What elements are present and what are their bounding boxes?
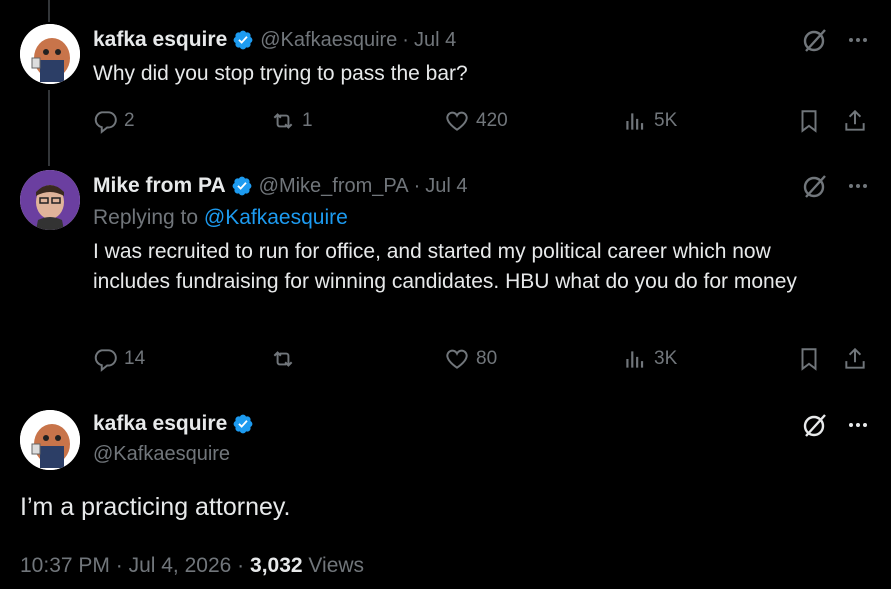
- repost-icon: [273, 351, 293, 367]
- reply-count: 14: [124, 348, 146, 369]
- views-count: 5K: [654, 110, 678, 131]
- more-icon[interactable]: [847, 414, 869, 436]
- main-tweet-handle-row: @Kafkaesquire: [93, 443, 230, 466]
- tweet-top-icons: [801, 26, 869, 54]
- share-button[interactable]: [842, 106, 872, 136]
- more-icon[interactable]: [847, 29, 869, 51]
- share-icon: [845, 347, 865, 369]
- tweet-date[interactable]: Jul 4: [425, 175, 467, 198]
- main-tweet-meta: 10:37 PM · Jul 4, 2026 · 3,032 Views: [20, 554, 364, 578]
- grok-icon[interactable]: [801, 411, 829, 439]
- handle[interactable]: @Kafkaesquire: [93, 443, 230, 466]
- grok-icon[interactable]: [801, 26, 829, 54]
- tweet-top-icons: [801, 172, 869, 200]
- repost-button[interactable]: 1: [270, 106, 313, 136]
- views-icon: [626, 113, 644, 130]
- tweet-header: Mike from PA @Mike_from_PA · Jul 4: [93, 174, 468, 198]
- display-name[interactable]: kafka esquire: [93, 412, 227, 436]
- views-count: 3K: [654, 348, 678, 369]
- grok-icon[interactable]: [801, 172, 829, 200]
- like-button[interactable]: 420: [444, 106, 508, 136]
- like-count: 420: [476, 110, 508, 131]
- tweet-text: Why did you stop trying to pass the bar?: [93, 62, 468, 85]
- bookmark-button[interactable]: [796, 106, 826, 136]
- bookmark-icon: [801, 348, 817, 371]
- tweet-date[interactable]: Jul 4: [414, 29, 456, 52]
- main-tweet: kafka esquire @Kafkaesquire I’m a practi…: [0, 395, 891, 589]
- like-count: 80: [476, 348, 498, 369]
- reply-count: 2: [124, 110, 135, 131]
- tweet-time[interactable]: 10:37 PM: [20, 554, 110, 577]
- replying-to-mention[interactable]: @Kafkaesquire: [204, 206, 348, 229]
- main-tweet-name-row: kafka esquire: [93, 412, 260, 436]
- tweet-2[interactable]: Mike from PA @Mike_from_PA · Jul 4 Reply…: [0, 160, 891, 390]
- repost-button[interactable]: [270, 344, 302, 374]
- heart-icon: [446, 111, 468, 131]
- reply-button[interactable]: 2: [92, 106, 135, 136]
- views-label: Views: [308, 554, 365, 577]
- avatar-kafka[interactable]: [20, 410, 80, 470]
- views-count: 3,032: [250, 554, 303, 577]
- views-button[interactable]: 3K: [622, 344, 677, 374]
- tweet-text: I was recruited to run for office, and s…: [93, 240, 797, 293]
- verified-badge-icon: [233, 414, 253, 434]
- main-tweet-text: I’m a practicing attorney.: [20, 493, 291, 521]
- bookmark-button[interactable]: [796, 344, 826, 374]
- views-button[interactable]: 5K: [622, 106, 677, 136]
- heart-icon: [446, 349, 468, 369]
- verified-badge-icon: [232, 176, 252, 196]
- tweet-date[interactable]: Jul 4, 2026: [129, 554, 232, 577]
- tweet-actions: 2 1 420 5K: [92, 106, 870, 136]
- reply-icon: [94, 111, 117, 134]
- like-button[interactable]: 80: [444, 344, 497, 374]
- separator: ·: [115, 554, 123, 577]
- separator: ·: [237, 554, 245, 577]
- share-button[interactable]: [842, 344, 872, 374]
- reply-button[interactable]: 14: [92, 344, 145, 374]
- views-icon: [626, 351, 644, 368]
- display-name[interactable]: kafka esquire: [93, 28, 227, 52]
- separator: ·: [413, 174, 421, 197]
- tweet-actions: 14 80 3K: [92, 344, 870, 374]
- tweet-1[interactable]: kafka esquire @Kafkaesquire · Jul 4 Why …: [0, 0, 891, 160]
- handle[interactable]: @Mike_from_PA: [259, 175, 409, 198]
- verified-badge-icon: [233, 30, 253, 50]
- repost-icon: [273, 113, 293, 129]
- repost-count: 1: [302, 110, 313, 131]
- more-icon[interactable]: [847, 175, 869, 197]
- display-name[interactable]: Mike from PA: [93, 174, 226, 198]
- avatar-mike[interactable]: [20, 170, 80, 230]
- share-icon: [845, 109, 865, 131]
- tweet-top-icons: [801, 411, 869, 439]
- handle[interactable]: @Kafkaesquire: [260, 29, 397, 52]
- bookmark-icon: [801, 110, 817, 133]
- avatar-kafka[interactable]: [20, 24, 80, 84]
- reply-icon: [94, 349, 117, 372]
- separator: ·: [402, 28, 409, 51]
- replying-to: Replying to @Kafkaesquire: [93, 206, 348, 230]
- replying-to-prefix: Replying to: [93, 206, 204, 229]
- tweet-header: kafka esquire @Kafkaesquire · Jul 4: [93, 28, 456, 52]
